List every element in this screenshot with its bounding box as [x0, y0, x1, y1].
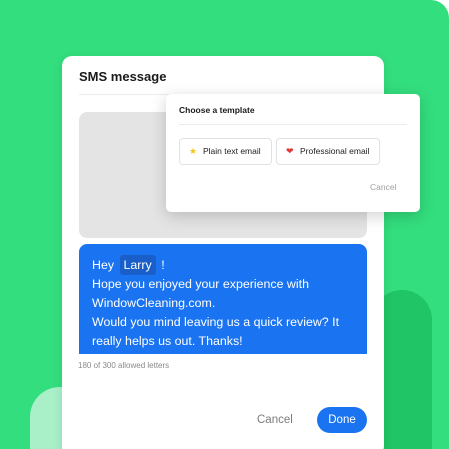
heart-icon: ❤	[286, 146, 294, 156]
message-line: Would you mind leaving us a quick review…	[92, 315, 340, 329]
popup-title: Choose a template	[179, 105, 255, 115]
message-greeting: Hey	[92, 258, 115, 272]
star-icon: ★	[189, 146, 198, 156]
character-count: 180 of 300 allowed letters	[78, 361, 170, 370]
cancel-button[interactable]: Cancel	[257, 408, 293, 432]
template-option-plain-text[interactable]: ★ Plain text email	[179, 138, 272, 165]
message-editor[interactable]: Hey Larry ! Hope you enjoyed your experi…	[79, 244, 367, 354]
name-variable-chip[interactable]: Larry	[119, 255, 156, 275]
message-line: really helps us out. Thanks!	[92, 334, 243, 348]
popup-cancel-button[interactable]: Cancel	[370, 182, 396, 192]
message-line: Hope you enjoyed your experience with	[92, 277, 309, 291]
template-picker-popup: Choose a template ★ Plain text email ❤ P…	[166, 94, 420, 212]
message-punctuation: !	[161, 258, 165, 272]
template-option-professional[interactable]: ❤ Professional email	[276, 138, 380, 165]
done-button[interactable]: Done	[317, 407, 367, 433]
message-line: Hey Larry !	[92, 255, 354, 275]
template-label: Plain text email	[203, 146, 261, 156]
card-title: SMS message	[79, 69, 167, 84]
template-label: Professional email	[300, 146, 370, 156]
divider	[179, 124, 407, 125]
message-line: WindowCleaning.com.	[92, 296, 216, 310]
